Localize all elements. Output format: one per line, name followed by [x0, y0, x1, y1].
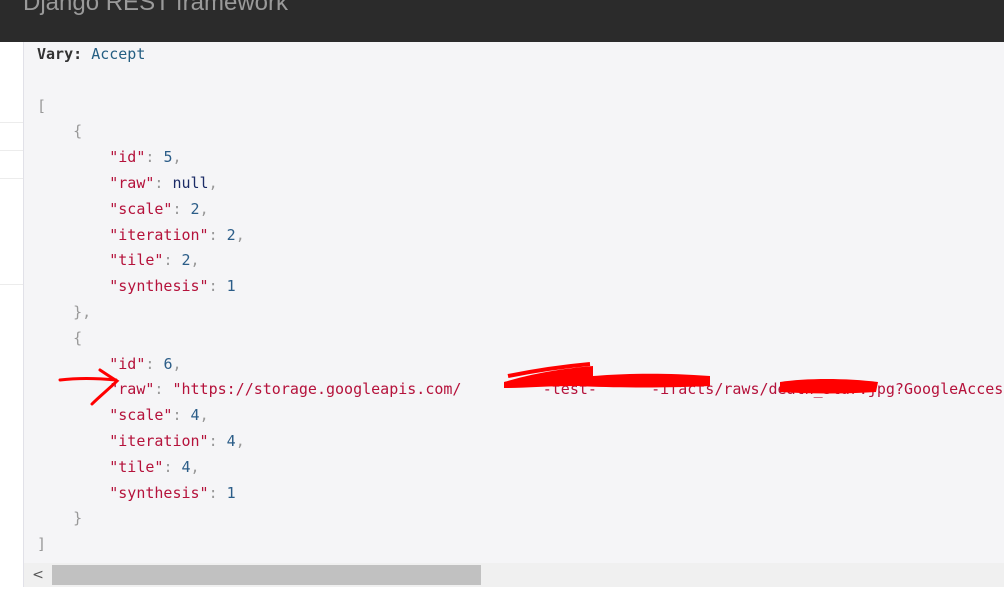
json-line: { — [37, 326, 1004, 352]
json-line: "iteration": 2, — [109, 225, 245, 244]
scrollbar-thumb[interactable] — [52, 565, 481, 585]
gutter-divider — [0, 178, 23, 179]
json-key: "id" — [109, 148, 146, 167]
json-line: "iteration": 4, — [109, 431, 245, 450]
close-brace: } — [73, 509, 83, 528]
json-value: null — [172, 173, 209, 192]
page-bottom — [0, 587, 1004, 602]
json-value: 1 — [226, 277, 236, 296]
json-key: "synthesis" — [109, 277, 209, 296]
json-value: 4 — [181, 457, 191, 476]
open-brace: { — [73, 122, 83, 141]
json-value: 4 — [190, 406, 200, 425]
header-value: Accept — [91, 45, 146, 63]
json-line: "synthesis": 1 — [109, 277, 236, 296]
json-line: } — [37, 506, 1004, 532]
close-bracket: ] — [37, 535, 47, 554]
json-key: "raw" — [109, 380, 155, 399]
json-line: "tile": 2, — [109, 251, 200, 270]
json-line: "scale": 4, — [109, 406, 209, 425]
json-line: "raw": "https://storage.googleapis.com/ … — [37, 377, 1004, 403]
json-line: }, — [37, 300, 1004, 326]
json-value: 1 — [226, 483, 236, 502]
json-line: { — [37, 119, 1004, 145]
json-value: 2 — [181, 251, 191, 270]
header-name: Vary: — [37, 45, 83, 63]
json-key: "tile" — [109, 251, 164, 270]
close-brace: }, — [73, 302, 92, 321]
raw-url-value[interactable]: "https://storage.googleapis.com/ -test- … — [172, 380, 1004, 398]
response-body: Vary: Accept [ { "id": 5, "raw": null, "… — [37, 42, 1004, 558]
json-line: "raw": null, — [109, 173, 218, 192]
gutter-divider — [0, 122, 23, 123]
json-value: 2 — [226, 225, 236, 244]
navbar: Django REST framework — [0, 0, 1004, 42]
json-line: "scale": 2, — [109, 199, 209, 218]
json-line: "id": 5, — [109, 148, 182, 167]
open-brace: { — [73, 328, 83, 347]
json-key: "scale" — [109, 199, 173, 218]
navbar-brand[interactable]: Django REST framework — [23, 0, 288, 18]
json-key: "scale" — [109, 406, 173, 425]
json-key: "id" — [109, 354, 146, 373]
json-value: 2 — [190, 199, 200, 218]
chevron-left-icon[interactable]: < — [28, 565, 48, 585]
open-bracket: [ — [37, 96, 47, 115]
response-content: Vary: Accept [ { "id": 5, "raw": null, "… — [23, 42, 1004, 563]
json-line: "synthesis": 1 — [109, 483, 236, 502]
horizontal-scrollbar[interactable]: < — [23, 563, 1004, 587]
json-key: "raw" — [109, 173, 155, 192]
json-key: "synthesis" — [109, 483, 209, 502]
response-header-line: Vary: Accept — [37, 42, 1004, 68]
json-line: "id": 6, — [109, 354, 182, 373]
json-line: "tile": 4, — [109, 457, 200, 476]
json-line: [ — [37, 94, 1004, 120]
json-key: "iteration" — [109, 225, 209, 244]
json-line: ] — [37, 532, 1004, 558]
left-gutter — [0, 42, 23, 602]
json-key: "tile" — [109, 457, 164, 476]
json-value: 4 — [226, 431, 236, 450]
json-key: "iteration" — [109, 431, 209, 450]
gutter-divider — [0, 284, 23, 285]
gutter-divider — [0, 150, 23, 151]
